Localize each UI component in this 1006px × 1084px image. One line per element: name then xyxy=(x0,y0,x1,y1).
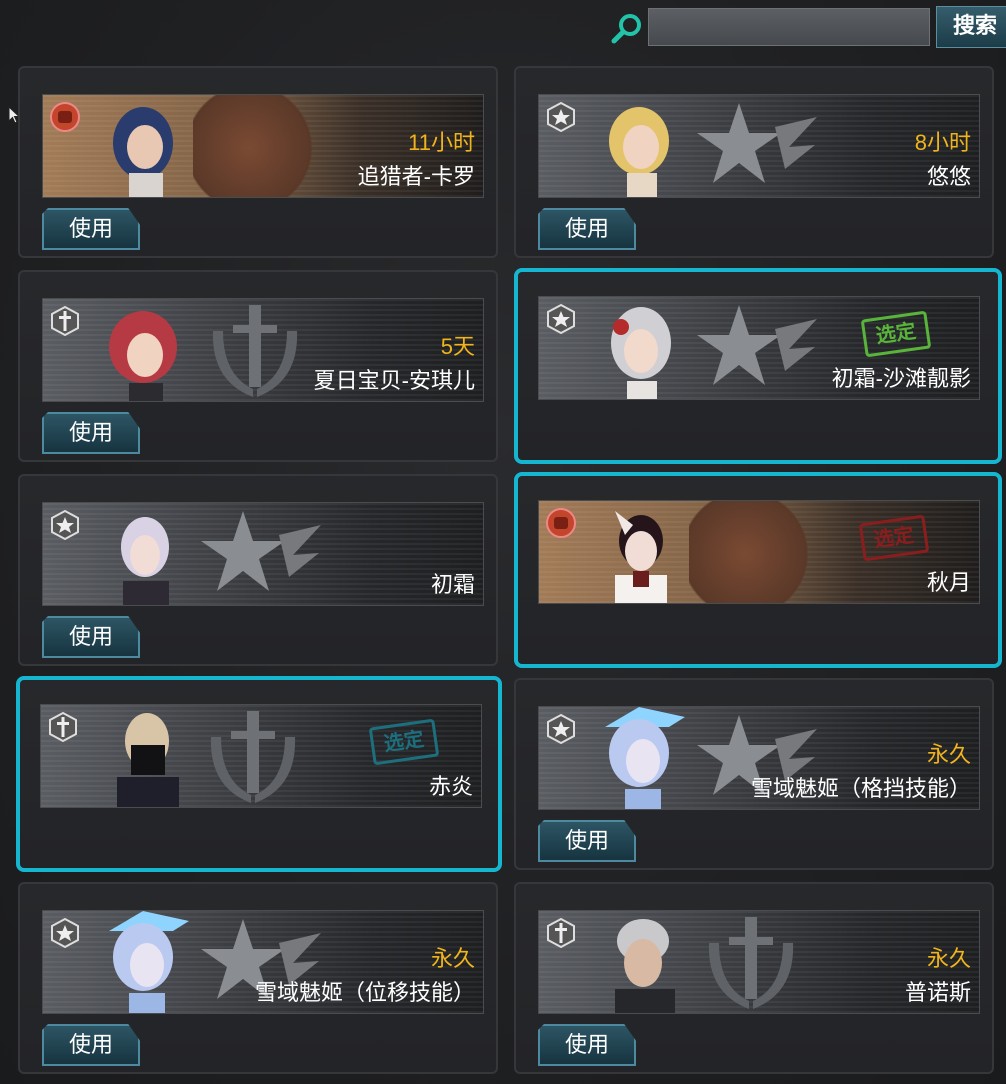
skin-name: 赤炎 xyxy=(428,774,473,799)
sword-icon xyxy=(51,305,79,337)
skin-name: 夏日宝贝-安琪儿 xyxy=(313,368,475,393)
skin-name: 雪域魅姬（格挡技能） xyxy=(750,776,971,801)
skin-banner: 初霜 xyxy=(42,502,484,606)
skin-banner: 选定 初霜-沙滩靓影 xyxy=(538,296,980,400)
duration-label: 永久 xyxy=(926,742,971,767)
skin-banner: 永久 雪域魅姬（格挡技能） xyxy=(538,706,980,810)
sword-laurel-emblem-icon xyxy=(212,305,298,397)
skin-card[interactable]: 永久 雪域魅姬（格挡技能） 使用 xyxy=(514,678,994,870)
search-icon[interactable] xyxy=(610,12,644,46)
duration-label: 11小时 xyxy=(408,130,475,155)
duration-label: 8小时 xyxy=(914,130,971,155)
sword-laurel-emblem-icon xyxy=(708,917,794,1009)
skin-banner: 选定 赤炎 xyxy=(40,704,482,808)
skin-card-selected[interactable]: 选定 赤炎 xyxy=(16,676,502,872)
star-wings-emblem-icon xyxy=(697,103,817,183)
skin-card[interactable]: 8小时 悠悠 使用 xyxy=(514,66,994,258)
skin-name: 秋月 xyxy=(926,570,971,595)
skin-banner: 11小时 追猎者-卡罗 xyxy=(42,94,484,198)
sword-laurel-emblem-icon xyxy=(210,711,296,803)
skin-name: 初霜-沙滩靓影 xyxy=(831,366,971,391)
star-wings-emblem-icon xyxy=(201,511,321,591)
star-wings-emblem-icon xyxy=(697,305,817,385)
skin-card[interactable]: 永久 雪域魅姬（位移技能） 使用 xyxy=(18,882,498,1074)
duration-label: 永久 xyxy=(926,946,971,971)
duration-label: 永久 xyxy=(430,946,475,971)
skin-card[interactable]: 11小时 追猎者-卡罗 使用 xyxy=(18,66,498,258)
use-button[interactable]: 使用 xyxy=(538,1024,636,1066)
skin-card-selected[interactable]: 选定 秋月 xyxy=(514,472,1002,668)
use-button[interactable]: 使用 xyxy=(538,208,636,250)
fist-icon xyxy=(50,102,80,132)
skin-banner: 选定 秋月 xyxy=(538,500,980,604)
character-portrait xyxy=(113,107,173,197)
search-button[interactable]: 搜索 xyxy=(936,6,1006,48)
skin-banner: 永久 雪域魅姬（位移技能） xyxy=(42,910,484,1014)
duration-label: 5天 xyxy=(440,334,475,359)
character-portrait xyxy=(121,517,169,605)
skin-banner: 8小时 悠悠 xyxy=(538,94,980,198)
sword-icon xyxy=(49,711,77,743)
skin-banner: 永久 普诺斯 xyxy=(538,910,980,1014)
skin-name: 初霜 xyxy=(430,572,475,597)
use-button[interactable]: 使用 xyxy=(42,412,140,454)
fist-icon xyxy=(546,508,576,538)
character-portrait xyxy=(615,511,667,603)
use-button[interactable]: 使用 xyxy=(538,820,636,862)
search-input[interactable] xyxy=(648,8,930,46)
star-icon xyxy=(547,303,575,335)
skin-name: 普诺斯 xyxy=(904,980,971,1005)
character-portrait xyxy=(109,911,189,1013)
star-icon xyxy=(51,509,79,541)
star-icon xyxy=(547,101,575,133)
skin-banner: 5天 夏日宝贝-安琪儿 xyxy=(42,298,484,402)
skin-name: 悠悠 xyxy=(926,164,971,189)
skin-name: 雪域魅姬（位移技能） xyxy=(254,980,475,1005)
skin-card[interactable]: 5天 夏日宝贝-安琪儿 使用 xyxy=(18,270,498,462)
skin-card-selected[interactable]: 选定 初霜-沙滩靓影 xyxy=(514,268,1002,464)
skin-card[interactable]: 初霜 使用 xyxy=(18,474,498,666)
character-portrait xyxy=(605,707,685,809)
use-button[interactable]: 使用 xyxy=(42,1024,140,1066)
star-icon xyxy=(51,917,79,949)
character-portrait xyxy=(609,107,669,197)
skin-name: 追猎者-卡罗 xyxy=(357,164,475,189)
character-portrait xyxy=(615,919,675,1013)
character-portrait xyxy=(117,713,179,807)
star-icon xyxy=(547,713,575,745)
skin-card[interactable]: 永久 普诺斯 使用 xyxy=(514,882,994,1074)
character-portrait xyxy=(611,307,671,399)
character-portrait xyxy=(109,311,177,401)
use-button[interactable]: 使用 xyxy=(42,208,140,250)
sword-icon xyxy=(547,917,575,949)
use-button[interactable]: 使用 xyxy=(42,616,140,658)
